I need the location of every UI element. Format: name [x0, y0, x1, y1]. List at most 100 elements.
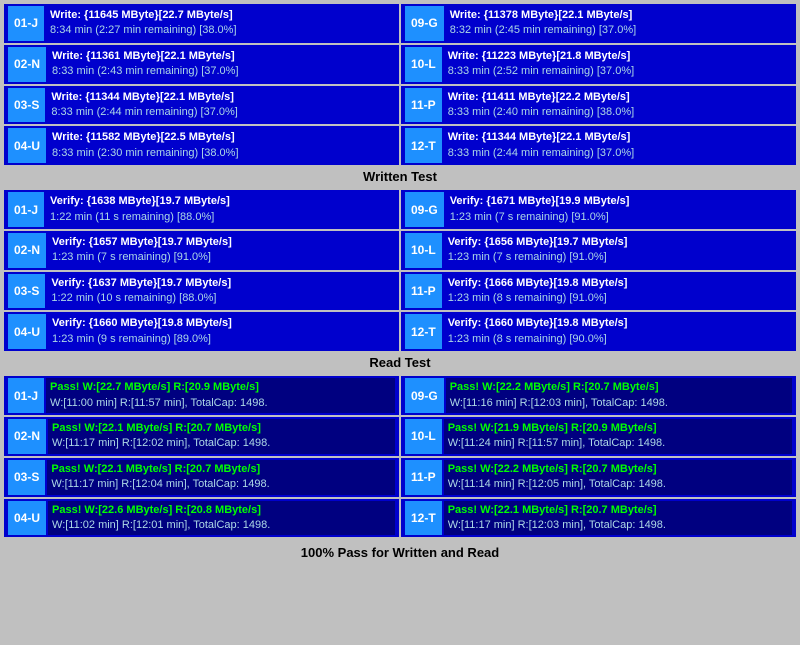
drive-id-label: 01-J	[8, 6, 44, 41]
drive-id-label: 02-N	[8, 233, 46, 268]
drive-cell-line1: Verify: {1671 MByte}[19.9 MByte/s]	[450, 194, 788, 209]
drive-cell-line2: W:[11:17 min] R:[12:03 min], TotalCap: 1…	[448, 518, 788, 533]
drive-cell-line1: Verify: {1660 MByte}[19.8 MByte/s]	[52, 316, 391, 331]
drive-cell-content: Verify: {1660 MByte}[19.8 MByte/s]1:23 m…	[48, 314, 395, 349]
drive-cell-line2: 8:33 min (2:44 min remaining) [37.0%]	[51, 105, 391, 120]
drive-id-label: 03-S	[8, 460, 45, 495]
drive-id-label: 01-J	[8, 378, 44, 413]
drive-id-label: 12-T	[405, 128, 442, 163]
drive-cell-line2: 8:33 min (2:40 min remaining) [38.0%]	[448, 105, 788, 120]
drive-cell: 12-TWrite: {11344 MByte}[22.1 MByte/s]8:…	[401, 126, 796, 165]
drive-cell-content: Pass! W:[22.1 MByte/s] R:[20.7 MByte/s]W…	[48, 419, 395, 454]
drive-id-label: 12-T	[405, 314, 442, 349]
drive-cell-content: Pass! W:[22.2 MByte/s] R:[20.7 MByte/s]W…	[444, 460, 792, 495]
drive-cell: 12-TPass! W:[22.1 MByte/s] R:[20.7 MByte…	[401, 499, 796, 538]
drive-cell-line2: 1:23 min (7 s remaining) [91.0%]	[450, 210, 788, 225]
drive-cell-line1: Pass! W:[22.7 MByte/s] R:[20.9 MByte/s]	[50, 380, 391, 395]
drive-cell-line1: Verify: {1656 MByte}[19.7 MByte/s]	[448, 235, 788, 250]
drive-id-label: 03-S	[8, 274, 45, 309]
drive-cell-line1: Write: {11582 MByte}[22.5 MByte/s]	[52, 130, 391, 145]
drive-cell-line1: Pass! W:[22.1 MByte/s] R:[20.7 MByte/s]	[448, 503, 788, 518]
drive-cell-line2: 1:23 min (8 s remaining) [91.0%]	[448, 291, 788, 306]
drive-cell: 11-PPass! W:[22.2 MByte/s] R:[20.7 MByte…	[401, 458, 796, 497]
drive-cell-content: Write: {11344 MByte}[22.1 MByte/s]8:33 m…	[444, 128, 792, 163]
drive-cell-content: Pass! W:[22.7 MByte/s] R:[20.9 MByte/s]W…	[46, 378, 395, 413]
drive-cell-line2: W:[11:24 min] R:[11:57 min], TotalCap: 1…	[448, 436, 788, 451]
drive-id-label: 04-U	[8, 128, 46, 163]
drive-cell-line1: Pass! W:[22.6 MByte/s] R:[20.8 MByte/s]	[52, 503, 391, 518]
drive-id-label: 02-N	[8, 419, 46, 454]
drive-cell: 04-UVerify: {1660 MByte}[19.8 MByte/s]1:…	[4, 312, 399, 351]
drive-cell-content: Pass! W:[21.9 MByte/s] R:[20.9 MByte/s]W…	[444, 419, 792, 454]
drive-cell-line1: Verify: {1660 MByte}[19.8 MByte/s]	[448, 316, 788, 331]
drive-id-label: 10-L	[405, 47, 442, 82]
drive-cell-content: Verify: {1637 MByte}[19.7 MByte/s]1:22 m…	[47, 274, 395, 309]
drive-id-label: 04-U	[8, 314, 46, 349]
drive-id-label: 11-P	[405, 274, 442, 309]
drive-cell: 09-GWrite: {11378 MByte}[22.1 MByte/s]8:…	[401, 4, 796, 43]
drive-cell-content: Verify: {1660 MByte}[19.8 MByte/s]1:23 m…	[444, 314, 792, 349]
drive-cell-content: Write: {11645 MByte}[22.7 MByte/s]8:34 m…	[46, 6, 395, 41]
status-bar: 100% Pass for Written and Read	[4, 539, 796, 566]
drive-id-label: 12-T	[405, 501, 442, 536]
drive-cell-line1: Write: {11411 MByte}[22.2 MByte/s]	[448, 90, 788, 105]
drive-cell-line2: 1:23 min (7 s remaining) [91.0%]	[52, 250, 391, 265]
drive-cell-content: Write: {11361 MByte}[22.1 MByte/s]8:33 m…	[48, 47, 395, 82]
drive-cell-line1: Pass! W:[22.1 MByte/s] R:[20.7 MByte/s]	[52, 421, 391, 436]
drive-cell-content: Write: {11582 MByte}[22.5 MByte/s]8:33 m…	[48, 128, 395, 163]
drive-cell-content: Pass! W:[22.1 MByte/s] R:[20.7 MByte/s]W…	[47, 460, 395, 495]
drive-cell: 09-G Verify: {1671 MByte}[19.9 MByte/s]1:…	[401, 190, 796, 229]
drive-cell-line1: Write: {11344 MByte}[22.1 MByte/s]	[448, 130, 788, 145]
drive-cell-line2: 8:32 min (2:45 min remaining) [37.0%]	[450, 23, 788, 38]
drive-cell-content: Verify: {1666 MByte}[19.8 MByte/s]1:23 m…	[444, 274, 792, 309]
drive-cell: 01-JVerify: {1638 MByte}[19.7 MByte/s]1:…	[4, 190, 399, 229]
drive-cell-line1: Verify: {1666 MByte}[19.8 MByte/s]	[448, 276, 788, 291]
drive-id-label: 09-G	[405, 192, 444, 227]
drive-cell-content: Verify: {1657 MByte}[19.7 MByte/s]1:23 m…	[48, 233, 395, 268]
drive-cell: 09-GPass! W:[22.2 MByte/s] R:[20.7 MByte…	[401, 376, 796, 415]
drive-cell: 02-NPass! W:[22.1 MByte/s] R:[20.7 MByte…	[4, 417, 399, 456]
drive-cell-line1: Write: {11223 MByte}[21.8 MByte/s]	[448, 49, 788, 64]
drive-id-label: 09-G	[405, 6, 444, 41]
drive-cell-line2: 1:23 min (7 s remaining) [91.0%]	[448, 250, 788, 265]
drive-id-label: 09-G	[405, 378, 444, 413]
drive-cell-line2: 1:23 min (8 s remaining) [90.0%]	[448, 332, 788, 347]
drive-cell-line2: W:[11:17 min] R:[12:02 min], TotalCap: 1…	[52, 436, 391, 451]
verify-test-grid: 01-JVerify: {1638 MByte}[19.7 MByte/s]1:…	[4, 190, 796, 351]
read-test-grid: 01-JPass! W:[22.7 MByte/s] R:[20.9 MByte…	[4, 376, 796, 537]
drive-cell: 12-TVerify: {1660 MByte}[19.8 MByte/s]1:…	[401, 312, 796, 351]
drive-cell: 03-SPass! W:[22.1 MByte/s] R:[20.7 MByte…	[4, 458, 399, 497]
drive-cell-line2: 8:33 min (2:30 min remaining) [38.0%]	[52, 146, 391, 161]
drive-cell-content: Write: {11344 MByte}[22.1 MByte/s]8:33 m…	[47, 88, 395, 123]
drive-cell-line1: Write: {11361 MByte}[22.1 MByte/s]	[52, 49, 391, 64]
drive-cell: 04-UWrite: {11582 MByte}[22.5 MByte/s]8:…	[4, 126, 399, 165]
drive-cell: 01-JWrite: {11645 MByte}[22.7 MByte/s]8:…	[4, 4, 399, 43]
drive-cell-line2: 8:33 min (2:52 min remaining) [37.0%]	[448, 64, 788, 79]
drive-cell-line2: W:[11:17 min] R:[12:04 min], TotalCap: 1…	[51, 477, 391, 492]
drive-cell-line1: Write: {11344 MByte}[22.1 MByte/s]	[51, 90, 391, 105]
drive-cell: 01-JPass! W:[22.7 MByte/s] R:[20.9 MByte…	[4, 376, 399, 415]
drive-cell-line2: W:[11:00 min] R:[11:57 min], TotalCap: 1…	[50, 396, 391, 411]
drive-cell: 10-LVerify: {1656 MByte}[19.7 MByte/s]1:…	[401, 231, 796, 270]
drive-cell: 02-NWrite: {11361 MByte}[22.1 MByte/s]8:…	[4, 45, 399, 84]
drive-cell-content: Pass! W:[22.6 MByte/s] R:[20.8 MByte/s]W…	[48, 501, 395, 536]
drive-cell-content: Pass! W:[22.1 MByte/s] R:[20.7 MByte/s]W…	[444, 501, 792, 536]
drive-cell-content: Write: {11223 MByte}[21.8 MByte/s]8:33 m…	[444, 47, 792, 82]
main-container: 01-JWrite: {11645 MByte}[22.7 MByte/s]8:…	[0, 0, 800, 570]
drive-cell-line1: Pass! W:[22.2 MByte/s] R:[20.7 MByte/s]	[448, 462, 788, 477]
written-test-grid: 01-JWrite: {11645 MByte}[22.7 MByte/s]8:…	[4, 4, 796, 165]
drive-cell-line2: 8:34 min (2:27 min remaining) [38.0%]	[50, 23, 391, 38]
written-test-section: 01-JWrite: {11645 MByte}[22.7 MByte/s]8:…	[4, 4, 796, 188]
drive-cell-line1: Pass! W:[21.9 MByte/s] R:[20.9 MByte/s]	[448, 421, 788, 436]
drive-cell: 02-NVerify: {1657 MByte}[19.7 MByte/s]1:…	[4, 231, 399, 270]
drive-cell-line2: 8:33 min (2:44 min remaining) [37.0%]	[448, 146, 788, 161]
drive-cell-content: Verify: {1656 MByte}[19.7 MByte/s]1:23 m…	[444, 233, 792, 268]
drive-cell-line1: Pass! W:[22.2 MByte/s] R:[20.7 MByte/s]	[450, 380, 788, 395]
drive-cell-line1: Write: {11645 MByte}[22.7 MByte/s]	[50, 8, 391, 23]
drive-id-label: 10-L	[405, 419, 442, 454]
drive-cell-line1: Pass! W:[22.1 MByte/s] R:[20.7 MByte/s]	[51, 462, 391, 477]
drive-cell-content: Pass! W:[22.2 MByte/s] R:[20.7 MByte/s]W…	[446, 378, 792, 413]
drive-id-label: 11-P	[405, 460, 442, 495]
drive-cell: 03-SVerify: {1637 MByte}[19.7 MByte/s]1:…	[4, 272, 399, 311]
drive-cell: 10-LPass! W:[21.9 MByte/s] R:[20.9 MByte…	[401, 417, 796, 456]
